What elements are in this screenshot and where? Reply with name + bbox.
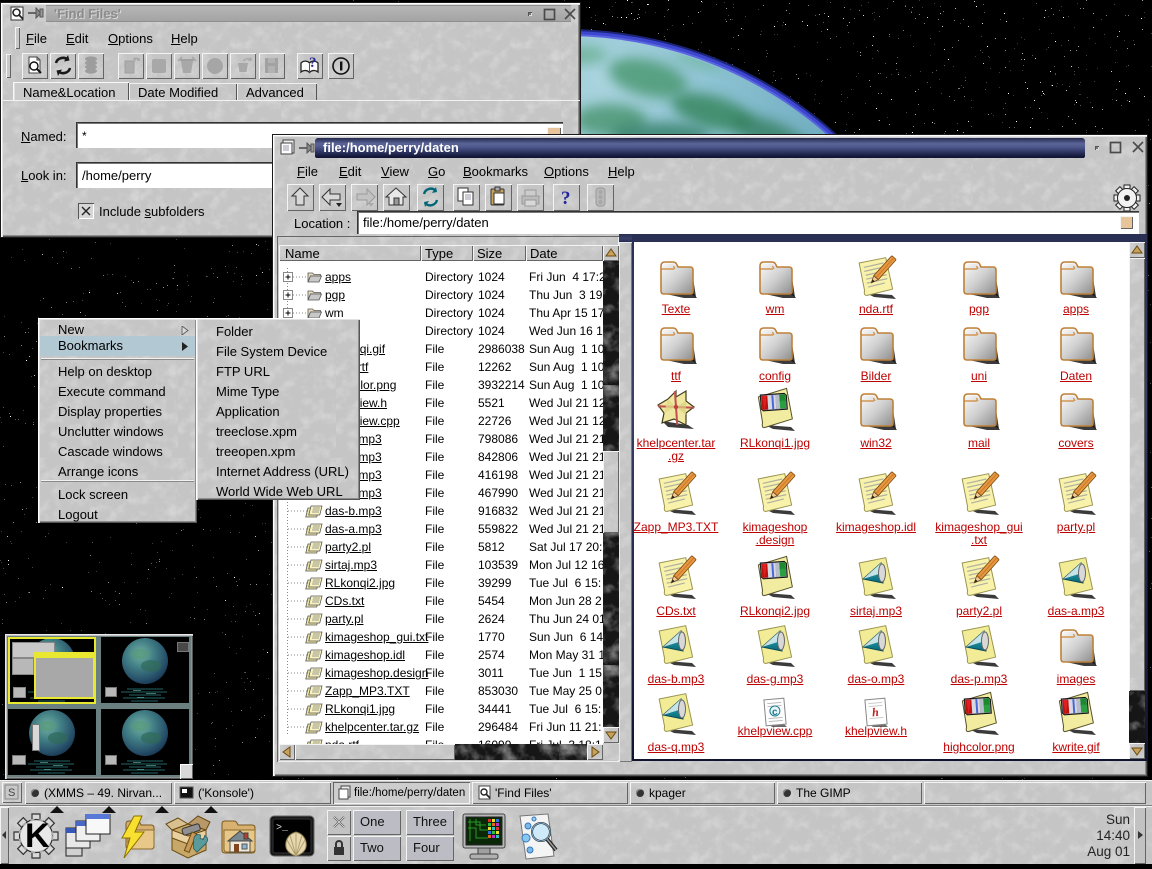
svg-text:>_: >_ bbox=[276, 823, 289, 834]
svg-text:S: S bbox=[8, 787, 15, 799]
svg-text:K: K bbox=[25, 817, 50, 855]
svg-text:?: ? bbox=[561, 188, 571, 209]
svg-text:?: ? bbox=[309, 55, 317, 71]
